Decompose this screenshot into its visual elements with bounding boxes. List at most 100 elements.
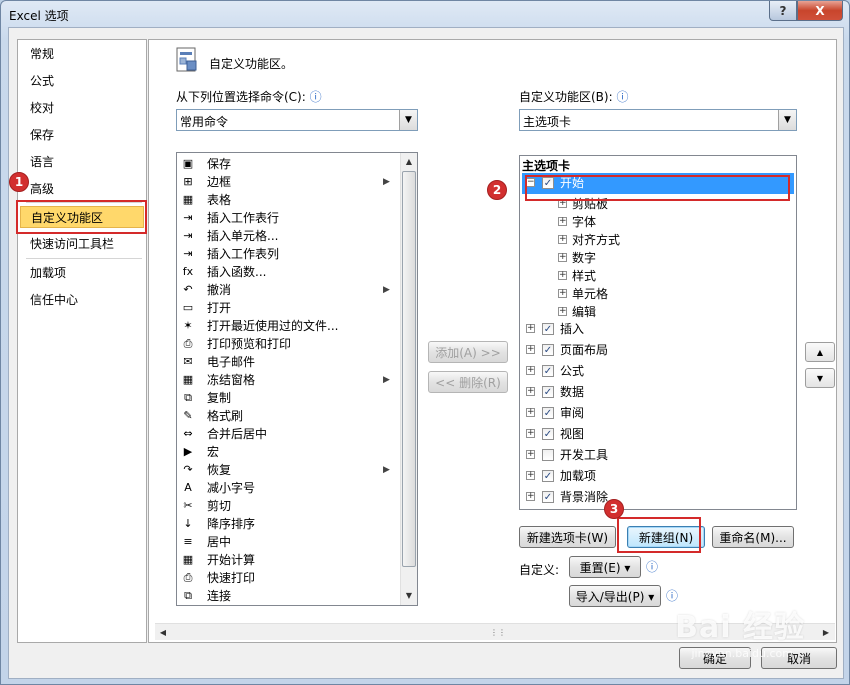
ribbon-tab-item[interactable]: + ✓ 公式 bbox=[522, 361, 794, 382]
scroll-down-icon[interactable]: ▼ bbox=[401, 587, 417, 604]
ribbon-tab-item[interactable]: + 开发工具 bbox=[522, 445, 794, 466]
tab-checkbox[interactable]: ✓ bbox=[542, 386, 554, 398]
tab-label: 视图 bbox=[560, 427, 585, 441]
expand-icon[interactable]: + bbox=[558, 271, 567, 280]
expand-icon[interactable]: + bbox=[526, 345, 535, 354]
nav-item-save[interactable]: 保存 bbox=[18, 124, 146, 146]
chevron-down-icon[interactable]: ▼ bbox=[778, 110, 796, 130]
command-item[interactable]: ✉ 电子邮件 bbox=[179, 353, 383, 371]
tab-label: 背景消除 bbox=[560, 490, 609, 504]
reset-button[interactable]: 重置(E) ▾ bbox=[569, 556, 641, 578]
expand-icon[interactable]: + bbox=[558, 253, 567, 262]
macro-icon: ▶ bbox=[183, 445, 193, 458]
command-item[interactable]: ⇥ 插入单元格... bbox=[179, 227, 383, 245]
choose-commands-combo[interactable]: 常用命令 ▼ bbox=[176, 109, 418, 131]
command-item[interactable]: ⊞ 边框 ▶ bbox=[179, 173, 390, 191]
command-item[interactable]: ⇔ 合并后居中 bbox=[179, 425, 383, 443]
command-label: 剪切 bbox=[207, 499, 232, 513]
add-button[interactable]: 添加(A) >> bbox=[428, 341, 508, 363]
expand-icon[interactable]: + bbox=[526, 366, 535, 375]
ribbon-tab-item[interactable]: + ✓ 视图 bbox=[522, 424, 794, 445]
help-button[interactable]: ? bbox=[769, 1, 797, 21]
import-export-button[interactable]: 导入/导出(P) ▾ bbox=[569, 585, 661, 607]
expand-icon[interactable]: + bbox=[526, 429, 535, 438]
scroll-up-icon[interactable]: ▲ bbox=[401, 153, 417, 170]
command-label: 边框 bbox=[207, 175, 232, 189]
command-item[interactable]: ▦ 开始计算 bbox=[179, 551, 383, 569]
ribbon-tree[interactable]: 主选项卡 − ✓ 开始 + 剪贴板 + 字体 + 对齐方式 + 数字 + 样式 + 单元格 + 编辑 + ✓ 插入 + ✓… bbox=[519, 155, 797, 510]
chevron-down-icon[interactable]: ▼ bbox=[399, 110, 417, 130]
command-item[interactable]: ≡ 居中 bbox=[179, 533, 383, 551]
nav-item-advanced[interactable]: 高级 bbox=[18, 178, 146, 200]
insert-cell-icon: ⇥ bbox=[183, 229, 193, 242]
command-item[interactable]: ⇥ 插入工作表行 bbox=[179, 209, 383, 227]
expand-icon[interactable]: + bbox=[558, 289, 567, 298]
customize-ribbon-panel: 自定义功能区。 从下列位置选择命令(C): ⓘ 常用命令 ▼ ▣ 保存 ⊞ 边框 ▶ ▦ 表… bbox=[148, 39, 837, 643]
command-item[interactable]: ⧉ 连接 bbox=[179, 587, 383, 605]
tab-checkbox[interactable]: ✓ bbox=[542, 323, 554, 335]
command-item[interactable]: ▶ 宏 bbox=[179, 443, 383, 461]
scroll-left-icon[interactable]: ◀ bbox=[155, 624, 171, 641]
new-tab-button[interactable]: 新建选项卡(W) bbox=[519, 526, 616, 548]
move-down-button[interactable]: ▼ bbox=[805, 368, 835, 388]
commands-list[interactable]: ▣ 保存 ⊞ 边框 ▶ ▦ 表格 ⇥ 插入工作表行 ⇥ 插入单元格... ⇥ 插入工作表列 fx 插入函数.… bbox=[176, 152, 418, 606]
command-item[interactable]: ⧉ 复制 bbox=[179, 389, 383, 407]
ribbon-tab-item[interactable]: + ✓ 页面布局 bbox=[522, 340, 794, 361]
tab-checkbox[interactable]: ✓ bbox=[542, 344, 554, 356]
close-button[interactable]: X bbox=[797, 1, 843, 21]
submenu-arrow-icon: ▶ bbox=[383, 375, 390, 385]
command-item[interactable]: ↷ 恢复 ▶ bbox=[179, 461, 390, 479]
tab-checkbox[interactable]: ✓ bbox=[542, 491, 554, 503]
command-item[interactable]: ✎ 格式刷 bbox=[179, 407, 383, 425]
command-item[interactable]: ↶ 撤消 ▶ bbox=[179, 281, 390, 299]
expand-icon[interactable]: + bbox=[526, 471, 535, 480]
command-item[interactable]: ▦ 冻结窗格 ▶ bbox=[179, 371, 390, 389]
move-up-button[interactable]: ▲ bbox=[805, 342, 835, 362]
command-item[interactable]: ⎙ 打印预览和打印 bbox=[179, 335, 383, 353]
command-item[interactable]: ▣ 保存 bbox=[179, 155, 383, 173]
submenu-arrow-icon: ▶ bbox=[383, 177, 390, 187]
tab-checkbox[interactable]: ✓ bbox=[542, 365, 554, 377]
tab-checkbox[interactable]: ✓ bbox=[542, 407, 554, 419]
nav-item-add-ins[interactable]: 加载项 bbox=[18, 262, 146, 284]
command-item[interactable]: ↓ 降序排序 bbox=[179, 515, 383, 533]
command-item[interactable]: fx 插入函数... bbox=[179, 263, 383, 281]
nav-item-proofing[interactable]: 校对 bbox=[18, 97, 146, 119]
ribbon-tab-item[interactable]: + ✓ 审阅 bbox=[522, 403, 794, 424]
ribbon-tab-item[interactable]: + ✓ 数据 bbox=[522, 382, 794, 403]
nav-item-quick-access-toolbar[interactable]: 快速访问工具栏 bbox=[18, 233, 146, 255]
ribbon-tab-item[interactable]: + ✓ 加载项 bbox=[522, 466, 794, 487]
nav-item-trust-center[interactable]: 信任中心 bbox=[18, 289, 146, 311]
nav-item-general[interactable]: 常规 bbox=[18, 43, 146, 65]
expand-icon[interactable]: + bbox=[558, 307, 567, 316]
expand-icon[interactable]: + bbox=[558, 217, 567, 226]
expand-icon[interactable]: + bbox=[526, 324, 535, 333]
command-item[interactable]: ⎙ 快速打印 bbox=[179, 569, 383, 587]
ribbon-tabs-combo[interactable]: 主选项卡 ▼ bbox=[519, 109, 797, 131]
tab-checkbox[interactable]: ✓ bbox=[542, 470, 554, 482]
command-label: 插入单元格... bbox=[207, 229, 279, 243]
command-item[interactable]: ✶ 打开最近使用过的文件... bbox=[179, 317, 383, 335]
expand-icon[interactable]: + bbox=[526, 450, 535, 459]
expand-icon[interactable]: + bbox=[526, 387, 535, 396]
ribbon-tab-item[interactable]: + ✓ 背景消除 bbox=[522, 487, 794, 508]
command-item[interactable]: ▭ 打开 bbox=[179, 299, 383, 317]
expand-icon[interactable]: + bbox=[558, 235, 567, 244]
expand-icon[interactable]: + bbox=[526, 408, 535, 417]
scroll-thumb[interactable] bbox=[402, 171, 416, 567]
commands-scrollbar[interactable]: ▲ ▼ bbox=[400, 153, 417, 605]
expand-icon[interactable]: + bbox=[526, 492, 535, 501]
nav-item-language[interactable]: 语言 bbox=[18, 151, 146, 173]
ribbon-tab-item[interactable]: + ✓ 插入 bbox=[522, 319, 794, 340]
command-item[interactable]: ⇥ 插入工作表列 bbox=[179, 245, 383, 263]
scroll-right-icon[interactable]: ▶ bbox=[818, 624, 834, 641]
rename-button[interactable]: 重命名(M)... bbox=[712, 526, 794, 548]
command-item[interactable]: ▦ 表格 bbox=[179, 191, 383, 209]
step-badge-2: 2 bbox=[487, 180, 507, 200]
remove-button[interactable]: << 删除(R) bbox=[428, 371, 508, 393]
tab-checkbox[interactable] bbox=[542, 449, 554, 461]
command-item[interactable]: A 减小字号 bbox=[179, 479, 383, 497]
tab-checkbox[interactable]: ✓ bbox=[542, 428, 554, 440]
command-item[interactable]: ✂ 剪切 bbox=[179, 497, 383, 515]
nav-item-formulas[interactable]: 公式 bbox=[18, 70, 146, 92]
